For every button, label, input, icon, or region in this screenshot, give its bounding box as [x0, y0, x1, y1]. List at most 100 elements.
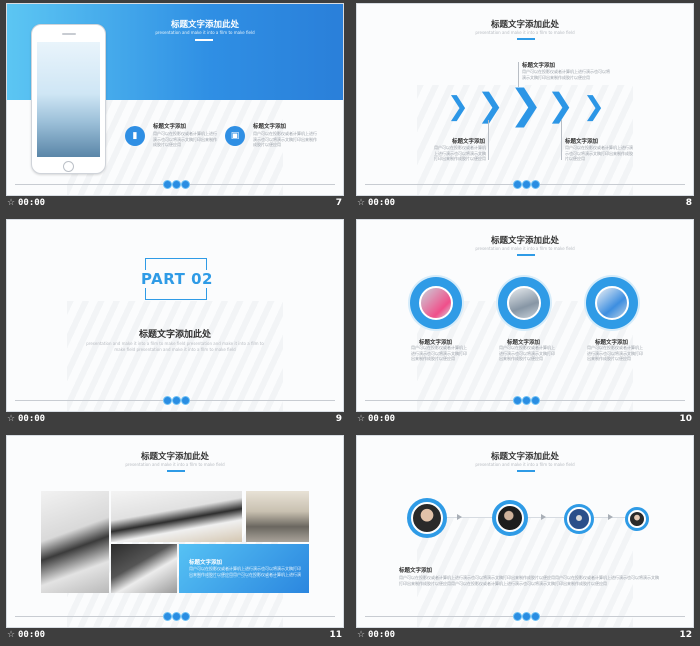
timeline-arrow	[541, 514, 546, 520]
item-text: 用户可以在投影仪或者计算机上进行演示也可以将演示文稿打印出来制作成胶片以便应用用…	[399, 575, 659, 586]
workspace-photo	[111, 491, 242, 542]
slide-thumbnail-12[interactable]: 标题文字添加此处 presentation and make it into a…	[356, 435, 694, 645]
slide-preview[interactable]: 标题文字添加此处 presentation and make it into a…	[6, 435, 344, 628]
timeline-arrow	[608, 514, 613, 520]
chevron-right-icon: ❯	[447, 92, 469, 122]
item-text: 用户可以在投影仪或者计算机上进行演示也可以将演示文稿打印出来制作成胶片以便应用	[153, 131, 217, 147]
slide-caption: ☆ 00:00 9	[6, 414, 344, 428]
slide-title: 标题文字添加此处	[490, 20, 559, 30]
page-indicator-dots	[513, 396, 540, 405]
part-frame: PART 02	[134, 258, 220, 300]
slide-title: 标题文字添加此处	[490, 236, 559, 246]
slide-timing: 00:00	[368, 198, 396, 208]
timeline-arrow	[457, 514, 462, 520]
star-icon: ☆	[357, 630, 366, 640]
background-texture	[417, 517, 633, 627]
title-underline	[195, 39, 213, 41]
slide-thumbnail-8[interactable]: 标题文字添加此处 presentation and make it into a…	[356, 3, 694, 213]
connector-line	[488, 120, 489, 160]
slide-title: 标题文字添加此处	[490, 452, 559, 462]
item-title: 标题文字添加	[565, 139, 599, 145]
chevron-right-icon: ❯	[509, 82, 543, 128]
page-indicator-dots	[513, 612, 540, 621]
portrait-avatar	[492, 500, 528, 536]
title-underline	[517, 470, 535, 472]
star-icon: ☆	[7, 414, 16, 424]
slide-timing: 00:00	[18, 414, 46, 424]
portrait-avatar	[625, 507, 649, 531]
connector-line	[561, 120, 562, 160]
slide-number: 9	[335, 414, 342, 424]
item-text: 用户可以在投影仪或者计算机上进行演示也可以将演示文稿打印出来制作成胶片以便应用	[522, 69, 610, 80]
slide-timing: 00:00	[18, 630, 46, 640]
slide-preview[interactable]: 标题文字添加此处 presentation and make it into a…	[356, 435, 694, 628]
slide-number: 12	[679, 630, 692, 640]
slide-caption: ☆ 00:00 11	[6, 630, 344, 644]
office-photo	[246, 491, 309, 542]
photo-circle	[586, 277, 638, 329]
item-text: 用户可以在投影仪或者计算机上进行演示也可以将演示文稿打印出来制作成胶片以便应用	[499, 345, 555, 361]
chart-icon: ▮	[125, 126, 145, 146]
slide-number: 8	[685, 198, 692, 208]
slide-preview[interactable]: 标题文字添加此处 presentation and make it into a…	[356, 3, 694, 196]
slide-title: 标题文字添加此处	[170, 20, 239, 30]
slide-thumbnail-7[interactable]: 标题文字添加此处 presentation and make it into a…	[6, 3, 344, 213]
page-indicator-dots	[513, 180, 540, 189]
laptop-desk-photo	[41, 491, 109, 593]
title-underline	[167, 470, 185, 472]
slide-title: 标题文字添加此处	[140, 452, 209, 462]
slide-preview[interactable]: PART 02 标题文字添加此处 presentation and make i…	[6, 219, 344, 412]
item-title: 标题文字添加	[399, 568, 433, 574]
portrait-avatar	[564, 504, 594, 534]
star-icon: ☆	[357, 198, 366, 208]
slide-timing: 00:00	[368, 630, 396, 640]
slide-timing: 00:00	[368, 414, 396, 424]
phone-mockup	[31, 24, 106, 174]
item-text: 用户可以在投影仪或者计算机上进行演示也可以将演示文稿打印出来制作成胶片以便应用	[253, 131, 317, 147]
background-texture	[67, 301, 283, 411]
slide-title: 标题文字添加此处	[138, 330, 211, 340]
star-icon: ☆	[357, 414, 366, 424]
page-indicator-dots	[163, 180, 190, 189]
slide-number: 7	[335, 198, 342, 208]
title-underline	[517, 254, 535, 256]
chevron-right-icon: ❯	[547, 86, 574, 124]
item-text: 用户可以在投影仪或者计算机上进行演示也可以将演示文稿打印出来制作成胶片以便应用	[434, 145, 486, 161]
slide-subtitle: presentation and make it into a film to …	[475, 462, 575, 467]
portrait-avatar	[407, 498, 447, 538]
slide-caption: ☆ 00:00 10	[356, 414, 694, 428]
chevron-right-icon: ❯	[477, 86, 504, 124]
slide-subtitle: presentation and make it into a film to …	[475, 246, 575, 251]
slide-thumbnail-11[interactable]: 标题文字添加此处 presentation and make it into a…	[6, 435, 344, 645]
slide-number: 10	[679, 414, 692, 424]
item-title: 标题文字添加	[452, 139, 486, 145]
slide-subtitle: presentation and make it into a film to …	[475, 30, 575, 35]
item-text: 用户可以在投影仪或者计算机上进行演示也可以将演示文稿打印出来制作成胶片以便应用	[587, 345, 643, 361]
slide-subtitle: presentation and make it into a film to …	[125, 462, 225, 467]
slide-thumbnail-9[interactable]: PART 02 标题文字添加此处 presentation and make i…	[6, 219, 344, 429]
monitor-icon: ▣	[225, 126, 245, 146]
slide-thumbnail-10[interactable]: 标题文字添加此处 presentation and make it into a…	[356, 219, 694, 429]
photo-circle	[410, 277, 462, 329]
item-title: 标题文字添加	[153, 124, 187, 130]
slide-caption: ☆ 00:00 7	[6, 198, 344, 212]
slide-preview[interactable]: 标题文字添加此处 presentation and make it into a…	[6, 3, 344, 196]
phone-home-button	[63, 161, 74, 172]
part-label: PART 02	[134, 270, 220, 288]
page-indicator-dots	[163, 396, 190, 405]
item-text: 用户可以在投影仪或者计算机上进行演示也可以将演示文稿打印出来制作成胶片以便应用用…	[189, 566, 301, 578]
star-icon: ☆	[7, 630, 16, 640]
photo-circle	[498, 277, 550, 329]
item-text: 用户可以在投影仪或者计算机上进行演示也可以将演示文稿打印出来制作成胶片以便应用	[565, 145, 633, 161]
slide-subtitle: presentation and make it into a film to …	[155, 30, 255, 35]
slide-number: 11	[329, 630, 342, 640]
phone-speaker	[62, 33, 76, 35]
keyboard-photo	[111, 544, 177, 593]
title-underline	[517, 38, 535, 40]
item-title: 标题文字添加	[522, 63, 556, 69]
item-title: 标题文字添加	[189, 560, 223, 566]
slide-subtitle: presentation and make it into a film to …	[86, 341, 264, 352]
slide-preview[interactable]: 标题文字添加此处 presentation and make it into a…	[356, 219, 694, 412]
slide-caption: ☆ 00:00 8	[356, 198, 694, 212]
page-indicator-dots	[163, 612, 190, 621]
